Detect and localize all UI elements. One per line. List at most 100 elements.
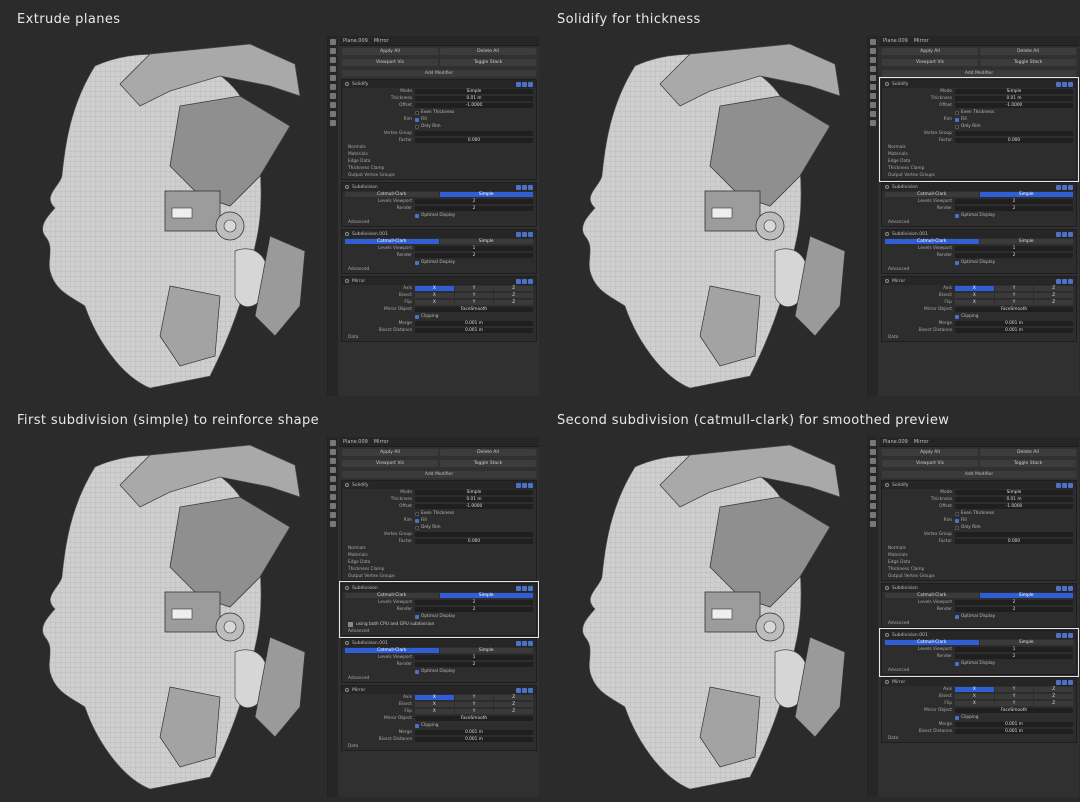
advanced-section[interactable]: Advanced — [882, 667, 1076, 674]
simple-option[interactable]: Simple — [979, 592, 1073, 599]
subdivision-type-toggle[interactable]: Catmull-Clark Simple — [345, 238, 533, 245]
edit-mode-icon[interactable] — [516, 184, 521, 190]
bisect-distance-field[interactable]: 0.001 m — [415, 736, 533, 743]
bisect-toggle[interactable]: XYZ — [415, 701, 534, 708]
collapse-icon[interactable] — [345, 641, 349, 645]
advanced-section[interactable]: Advanced — [882, 219, 1076, 226]
viewport-icon[interactable] — [522, 278, 527, 284]
axis-y[interactable]: Y — [994, 686, 1034, 693]
properties-panel[interactable]: Plane.009 Mirror Apply All Delete All Vi… — [867, 36, 1079, 396]
tool-icon[interactable] — [870, 458, 876, 464]
flip-x[interactable]: X — [415, 299, 454, 306]
bisect-distance-field[interactable]: 0.001 m — [955, 327, 1073, 334]
delete-all-button[interactable]: Delete All — [980, 48, 1076, 55]
modifier-name[interactable]: Mirror — [352, 279, 365, 284]
render-icon[interactable] — [1068, 482, 1073, 488]
bisect-z[interactable]: Z — [1034, 292, 1074, 299]
bisect-x[interactable]: X — [415, 701, 454, 708]
data-section[interactable]: Data — [882, 735, 1076, 742]
edit-mode-icon[interactable] — [1056, 231, 1061, 237]
edit-mode-icon[interactable] — [1056, 278, 1061, 284]
flip-z[interactable]: Z — [494, 299, 534, 306]
modifier-name[interactable]: Mirror — [892, 279, 905, 284]
bisect-z[interactable]: Z — [494, 701, 534, 708]
solidify-modifier[interactable]: Solidify Mode Simple Thickness 0.01 m Offs… — [341, 79, 537, 180]
edit-mode-icon[interactable] — [516, 81, 521, 87]
modifier-name[interactable]: Subdivision.001 — [352, 641, 388, 646]
only-rim-checkbox[interactable]: Only Rim — [955, 525, 1073, 530]
render-field[interactable]: 2 — [955, 606, 1073, 613]
delete-all-button[interactable]: Delete All — [980, 449, 1076, 456]
tool-icon[interactable] — [330, 66, 336, 72]
property-tabs[interactable] — [328, 437, 338, 797]
render-icon[interactable] — [528, 482, 533, 488]
axis-z[interactable]: Z — [1034, 686, 1074, 693]
collapse-icon[interactable] — [885, 633, 889, 637]
render-icon[interactable] — [1068, 278, 1073, 284]
fill-checkbox[interactable]: Fill — [415, 518, 533, 523]
modifier-name[interactable]: Subdivision.001 — [352, 232, 388, 237]
only-rim-checkbox[interactable]: Only Rim — [415, 124, 533, 129]
output-vertex-groups-section[interactable]: Output Vertex Groups — [882, 573, 1076, 580]
render-icon[interactable] — [528, 81, 533, 87]
thickness-clamp-section[interactable]: Thickness Clamp — [342, 165, 536, 172]
bisect-x[interactable]: X — [415, 292, 454, 299]
tool-icon[interactable] — [870, 449, 876, 455]
apply-all-button[interactable]: Apply All — [882, 449, 978, 456]
edge-data-section[interactable]: Edge Data — [342, 158, 536, 165]
optimal-display-checkbox[interactable]: Optimal Display — [955, 614, 1073, 619]
offset-field[interactable]: -1.0000 — [415, 503, 533, 510]
subdivision-type-toggle[interactable]: Catmull-Clark Simple — [885, 191, 1073, 198]
tool-icon[interactable] — [330, 93, 336, 99]
tool-icon[interactable] — [330, 476, 336, 482]
tool-icon[interactable] — [870, 57, 876, 63]
edge-data-section[interactable]: Edge Data — [882, 158, 1076, 165]
optimal-display-checkbox[interactable]: Optimal Display — [415, 614, 533, 619]
viewport-vis-button[interactable]: Viewport Vis — [342, 460, 438, 467]
mirror-modifier[interactable]: Mirror Axis X Y Z Bisect X Y Z Flip X Y Z Mirror … — [881, 677, 1077, 743]
clipping-checkbox[interactable]: Clipping — [415, 314, 533, 319]
bisect-z[interactable]: Z — [1034, 693, 1074, 700]
viewport-head-model[interactable] — [540, 437, 865, 802]
factor-field[interactable]: 0.000 — [415, 137, 533, 144]
tool-icon[interactable] — [330, 48, 336, 54]
viewport-icon[interactable] — [522, 640, 527, 646]
bisect-toggle[interactable]: XYZ — [955, 693, 1074, 700]
render-icon[interactable] — [1068, 679, 1073, 685]
thickness-field[interactable]: 0.01 m — [955, 496, 1073, 503]
tool-icon[interactable] — [330, 75, 336, 81]
only-rim-checkbox[interactable]: Only Rim — [415, 525, 533, 530]
render-icon[interactable] — [1068, 632, 1073, 638]
even-thickness-checkbox[interactable]: Even Thickness — [415, 110, 533, 115]
flip-toggle[interactable]: XYZ — [955, 299, 1074, 306]
thickness-clamp-section[interactable]: Thickness Clamp — [342, 566, 536, 573]
collapse-icon[interactable] — [885, 82, 889, 86]
mode-dropdown[interactable]: Simple — [415, 489, 533, 496]
tool-icon[interactable] — [330, 449, 336, 455]
axis-z[interactable]: Z — [494, 285, 534, 292]
axis-x[interactable]: X — [955, 285, 994, 292]
delete-all-button[interactable]: Delete All — [440, 449, 536, 456]
bisect-distance-field[interactable]: 0.001 m — [415, 327, 533, 334]
delete-all-button[interactable]: Delete All — [440, 48, 536, 55]
bisect-distance-field[interactable]: 0.001 m — [955, 728, 1073, 735]
render-field[interactable]: 2 — [955, 205, 1073, 212]
optimal-display-checkbox[interactable]: Optimal Display — [415, 669, 533, 674]
thickness-field[interactable]: 0.01 m — [415, 496, 533, 503]
offset-field[interactable]: -1.0000 — [955, 503, 1073, 510]
factor-field[interactable]: 0.000 — [955, 137, 1073, 144]
modifier-name[interactable]: Solidify — [892, 483, 908, 488]
tool-icon[interactable] — [870, 120, 876, 126]
merge-field[interactable]: 0.001 m — [415, 320, 533, 327]
axis-z[interactable]: Z — [494, 694, 534, 701]
advanced-section[interactable]: Advanced — [342, 266, 536, 273]
axis-toggle[interactable]: XYZ — [415, 694, 534, 701]
clipping-checkbox[interactable]: Clipping — [415, 723, 533, 728]
catmull-clark-option[interactable]: Catmull-Clark — [345, 592, 439, 599]
flip-x[interactable]: X — [955, 700, 994, 707]
render-field[interactable]: 2 — [415, 205, 533, 212]
modifier-name[interactable]: Subdivision.001 — [892, 633, 928, 638]
axis-y[interactable]: Y — [454, 694, 494, 701]
modifier-name[interactable]: Subdivision.001 — [892, 232, 928, 237]
edit-mode-icon[interactable] — [1056, 482, 1061, 488]
